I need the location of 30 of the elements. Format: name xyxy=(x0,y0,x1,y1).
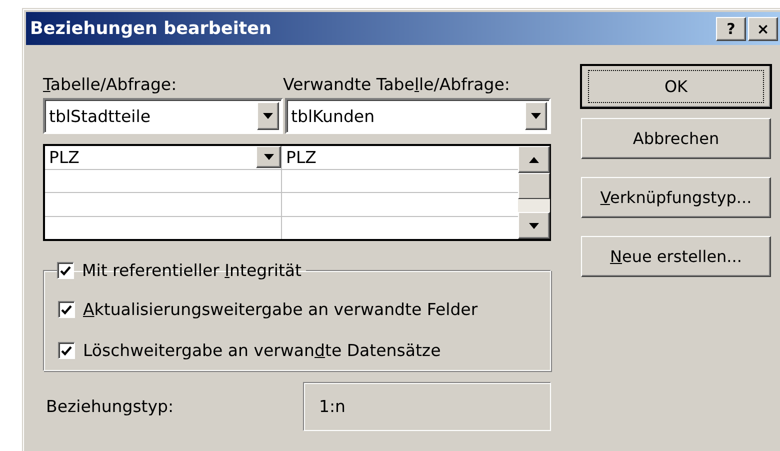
down-arrow-icon xyxy=(264,154,274,160)
field-label: Verwandte Tabelle/Abfrage: xyxy=(283,75,510,94)
dropdown-button[interactable] xyxy=(525,102,547,130)
related-table-dropdown[interactable]: tblKunden xyxy=(285,98,551,134)
checkbox-label: Löschweitergabe an verwandte Datensätze xyxy=(83,341,441,360)
field-label: Tabelle/Abfrage: xyxy=(43,75,178,94)
grid-cell[interactable]: PLZ xyxy=(45,146,282,168)
checkbox[interactable] xyxy=(58,301,75,318)
checkbox-label: Aktualisierungsweitergabe an verwandte Felder xyxy=(83,300,478,319)
down-arrow-icon xyxy=(263,113,273,119)
dialog-button[interactable]: Verknüpfungstyp... xyxy=(581,177,771,218)
table-dropdown[interactable]: tblStadtteile xyxy=(43,98,283,134)
window-title: Beziehungen bearbeiten xyxy=(30,18,272,38)
grid-cell[interactable]: PLZ xyxy=(282,146,518,168)
up-arrow-icon xyxy=(529,156,539,162)
relation-type-value: 1:n xyxy=(303,382,551,431)
down-arrow-icon xyxy=(531,113,541,119)
help-button[interactable]: ? xyxy=(716,16,746,40)
checkbox-label: Mit referentieller Integrität xyxy=(82,261,302,280)
scrollbar[interactable] xyxy=(518,146,550,239)
dialog-button[interactable]: OK xyxy=(581,65,771,108)
dialog-button[interactable]: Abbrechen xyxy=(581,118,771,159)
relation-type-label: Beziehungstyp: xyxy=(45,397,174,416)
checkbox[interactable] xyxy=(58,342,75,359)
dropdown-button[interactable] xyxy=(257,102,279,130)
down-arrow-icon xyxy=(529,222,539,228)
dropdown-button[interactable] xyxy=(256,146,281,168)
close-button[interactable]: × xyxy=(748,16,778,40)
checkbox[interactable] xyxy=(57,262,74,279)
dialog-button[interactable]: Neue erstellen... xyxy=(581,236,771,277)
